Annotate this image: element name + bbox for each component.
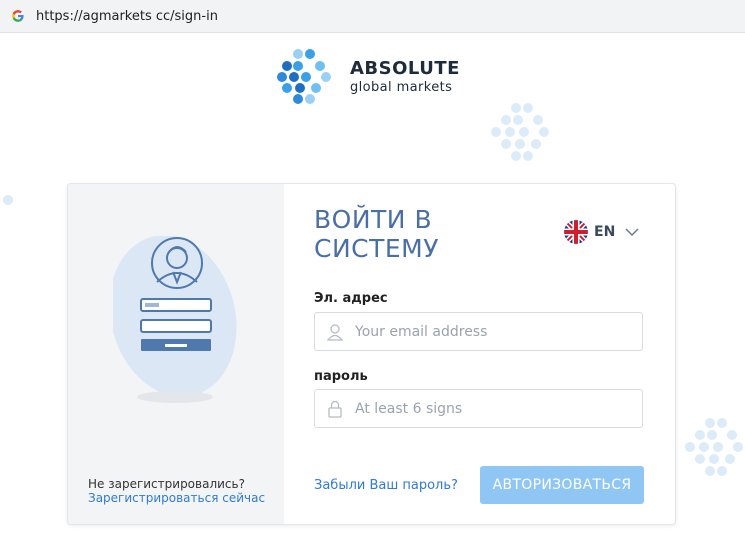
brand-logo[interactable]: ABSOLUTE global markets: [276, 46, 460, 108]
url-text[interactable]: https://agmarkets cc/sign-in: [36, 9, 218, 24]
login-button[interactable]: АВТОРИЗОВАТЬСЯ: [480, 466, 644, 504]
language-code: EN: [594, 224, 616, 240]
user-icon: [327, 323, 343, 341]
login-illustration-icon: [113, 236, 237, 403]
brand-subtitle: global markets: [350, 80, 453, 95]
address-bar[interactable]: https://agmarkets cc/sign-in: [0, 0, 745, 33]
login-card-illustration-panel: Не зарегистрировались? Зарегистрироватьс…: [68, 184, 284, 524]
uk-flag-icon: [564, 220, 588, 244]
signup-link[interactable]: Зарегистрироваться сейчас: [88, 491, 265, 505]
password-input[interactable]: [355, 400, 625, 417]
login-card: Не зарегистрировались? Зарегистрироватьс…: [67, 183, 676, 525]
signup-question: Не зарегистрировались?: [88, 477, 245, 491]
lock-icon: [328, 400, 342, 418]
password-field[interactable]: [314, 389, 643, 428]
decorative-dot-icon: [3, 195, 13, 205]
email-label: Эл. адрес: [314, 291, 388, 306]
chevron-down-icon: [625, 228, 639, 237]
decorative-dots-icon: [685, 418, 743, 476]
page-title: ВОЙТИ В СИСТЕМУ: [314, 205, 439, 263]
decorative-dots-icon: [491, 103, 549, 161]
brand-title: ABSOLUTE: [350, 58, 460, 79]
email-input[interactable]: [355, 323, 625, 340]
language-selector[interactable]: EN: [564, 220, 639, 244]
forgot-password-link[interactable]: Забыли Ваш пароль?: [314, 478, 458, 493]
email-field[interactable]: [314, 312, 643, 351]
logo-mark-icon: [277, 49, 331, 104]
password-label: пароль: [314, 369, 368, 384]
google-g-icon: [10, 8, 26, 24]
